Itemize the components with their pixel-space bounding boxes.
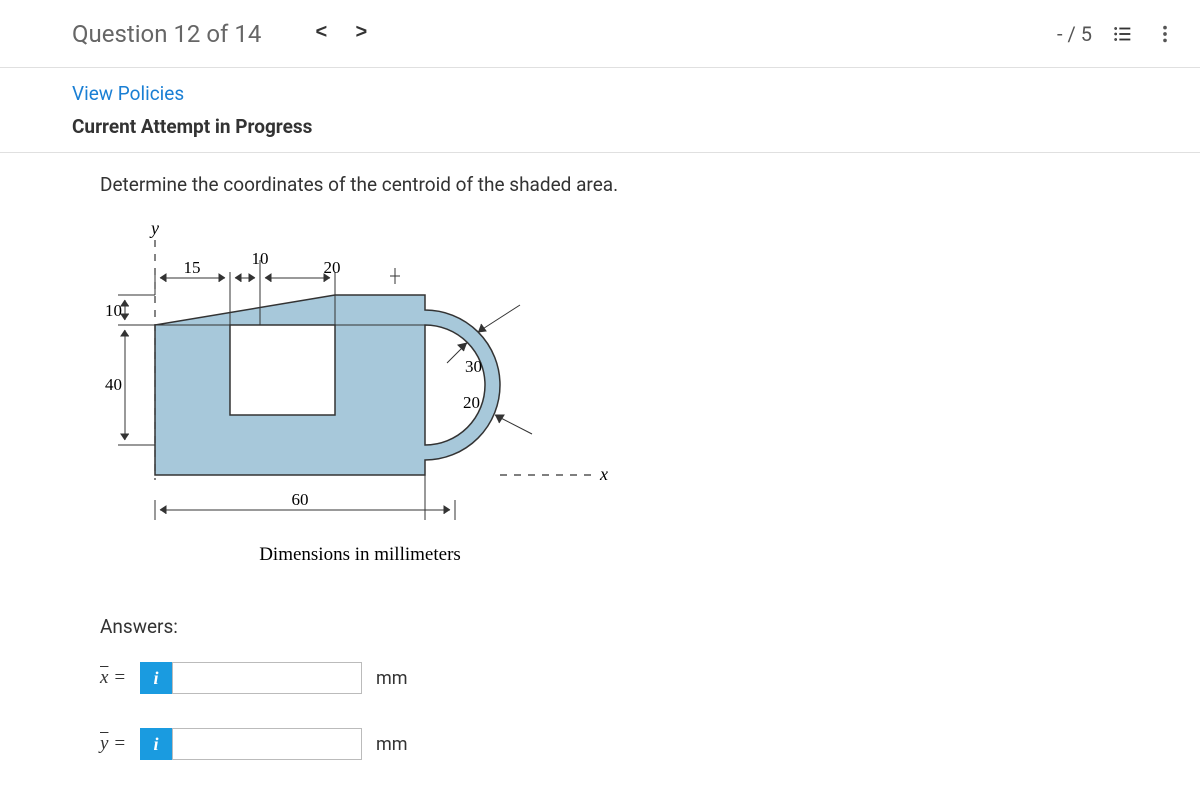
answer-row-x: x = i mm [0,654,1200,702]
y-bar-input[interactable] [172,728,362,760]
unit-y: mm [376,734,408,755]
question-title: Question 12 of 14 [72,20,261,48]
dim-10-top: 10 [252,249,269,268]
dim-20-top: 20 [324,258,341,277]
dim-30: 30 [465,357,482,376]
dim-10-left: 10 [105,301,122,320]
unit-x: mm [376,668,408,689]
info-button-y[interactable]: i [140,728,172,760]
dim-15: 15 [184,258,201,277]
attempt-status: Current Attempt in Progress [0,115,1200,152]
answers-label: Answers: [0,585,1200,654]
x-axis-label: x [599,464,608,484]
x-bar-label: x = [100,667,140,689]
y-bar-label: y = [100,733,140,755]
view-policies-link[interactable]: View Policies [0,68,1200,115]
prev-question-button[interactable]: < [301,18,341,49]
next-question-button[interactable]: > [341,18,381,49]
answer-row-y: y = i mm [0,720,1200,768]
question-prompt: Determine the coordinates of the centroi… [0,153,1200,210]
dim-40: 40 [105,375,122,394]
x-bar-input[interactable] [172,662,362,694]
dim-60: 60 [292,490,309,509]
list-icon[interactable] [1112,23,1134,45]
figure: y x 15 10 20 [0,210,1200,585]
dim-20-r: 20 [463,393,480,412]
figure-caption: Dimensions in millimeters [259,544,461,565]
info-button-x[interactable]: i [140,662,172,694]
y-axis-label: y [149,220,159,238]
score-display: - / 5 [1057,22,1092,46]
more-menu-icon[interactable] [1154,23,1176,45]
question-header: Question 12 of 14 < > - / 5 [0,0,1200,68]
